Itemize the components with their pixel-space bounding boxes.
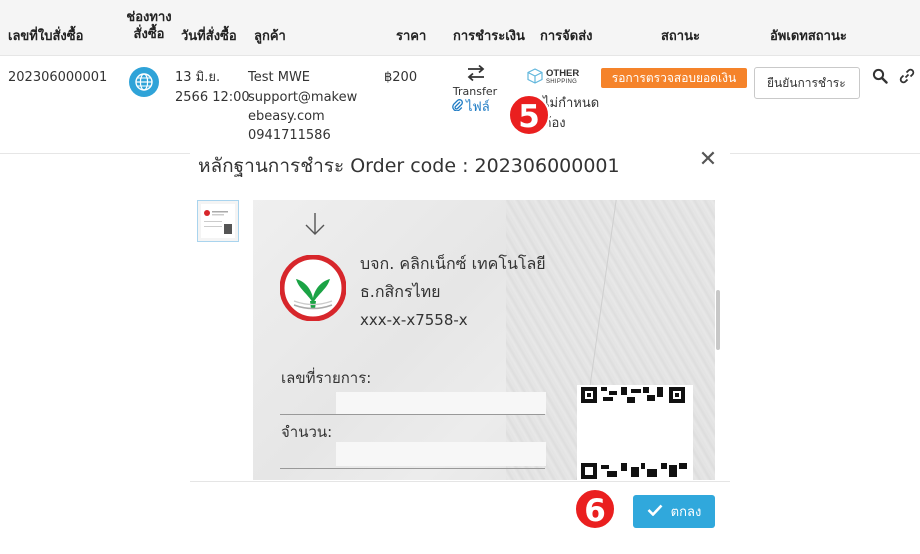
- redacted-field: [336, 392, 546, 414]
- ok-button[interactable]: ตกลง: [633, 495, 715, 528]
- header-order-date: วันที่สั่งซื้อ: [181, 29, 237, 44]
- modal-title: หลักฐานการชำระ Order code : 202306000001: [198, 155, 620, 177]
- kasikorn-bank-logo: [279, 254, 347, 322]
- slip-ref-label: เลขที่รายการ:: [281, 369, 372, 387]
- step-6-badge: 6: [574, 488, 616, 530]
- header-channel: ช่องทาง สั่งซื้อ: [126, 10, 172, 42]
- shipping-logo: OTHER SHIPPING: [527, 68, 579, 88]
- payment-file-link[interactable]: ไฟล์: [452, 96, 504, 117]
- paperclip-icon: [452, 98, 463, 115]
- header-update-status: อัพเดทสถานะ: [770, 29, 847, 44]
- payment-file-label: ไฟล์: [466, 100, 490, 115]
- customer-email-2: ebeasy.com: [248, 109, 325, 124]
- link-icon[interactable]: [899, 68, 915, 84]
- order-date-day: 13 มิ.ย.: [175, 70, 221, 85]
- transfer-arrows-icon: [464, 64, 488, 84]
- slip-thumbnail[interactable]: [197, 200, 239, 242]
- qr-code: [577, 385, 693, 485]
- order-number: 202306000001: [8, 70, 108, 85]
- modal-footer-divider: [190, 481, 730, 482]
- order-date-time: 2566 12:00: [175, 90, 250, 105]
- header-customer: ลูกค้า: [254, 29, 286, 44]
- customer-name: Test MWE: [248, 70, 311, 85]
- order-price: ฿200: [384, 70, 418, 85]
- shipping-status-line2: ต้อง: [543, 116, 566, 131]
- step-5-badge: 5: [508, 94, 550, 136]
- redacted-field: [336, 442, 546, 466]
- header-price: ราคา: [396, 29, 427, 44]
- ok-button-label: ตกลง: [670, 505, 702, 520]
- status-badge: รอการตรวจสอบยอดเงิน: [601, 68, 747, 88]
- shipping-status-line1: ไม่กำหนด: [543, 96, 600, 111]
- globe-icon: [129, 67, 159, 97]
- down-arrow-icon: [303, 210, 327, 240]
- confirm-payment-button[interactable]: ยืนยันการชำระ: [754, 67, 860, 99]
- table-header: เลขที่ใบสั่งซื้อ ช่องทาง สั่งซื้อ วันที่…: [0, 0, 920, 56]
- slip-bank-name: ธ.กสิกรไทย: [360, 282, 441, 301]
- header-shipping: การจัดส่ง: [540, 29, 593, 44]
- slip-bank-company: บจก. คลิกเน็กซ์ เทคโนโลยี: [360, 254, 546, 273]
- slip-account-number: xxx-x-x7558-x: [360, 311, 468, 329]
- header-payment: การชำระเงิน: [453, 29, 525, 44]
- slip-amount-label: จำนวน:: [281, 423, 333, 441]
- shipping-status: ไม่กำหนด ต้อง: [543, 94, 599, 134]
- box-icon: [527, 68, 543, 88]
- customer-email-1: support@makew: [248, 90, 358, 105]
- shipping-logo-line2: SHIPPING: [546, 79, 578, 85]
- header-status: สถานะ: [661, 29, 700, 44]
- close-icon[interactable]: ✕: [698, 149, 718, 171]
- viewer-scrollbar[interactable]: [716, 290, 720, 350]
- checkmark-icon: [647, 504, 663, 520]
- header-order-no: เลขที่ใบสั่งซื้อ: [8, 29, 84, 44]
- search-icon[interactable]: [872, 68, 888, 84]
